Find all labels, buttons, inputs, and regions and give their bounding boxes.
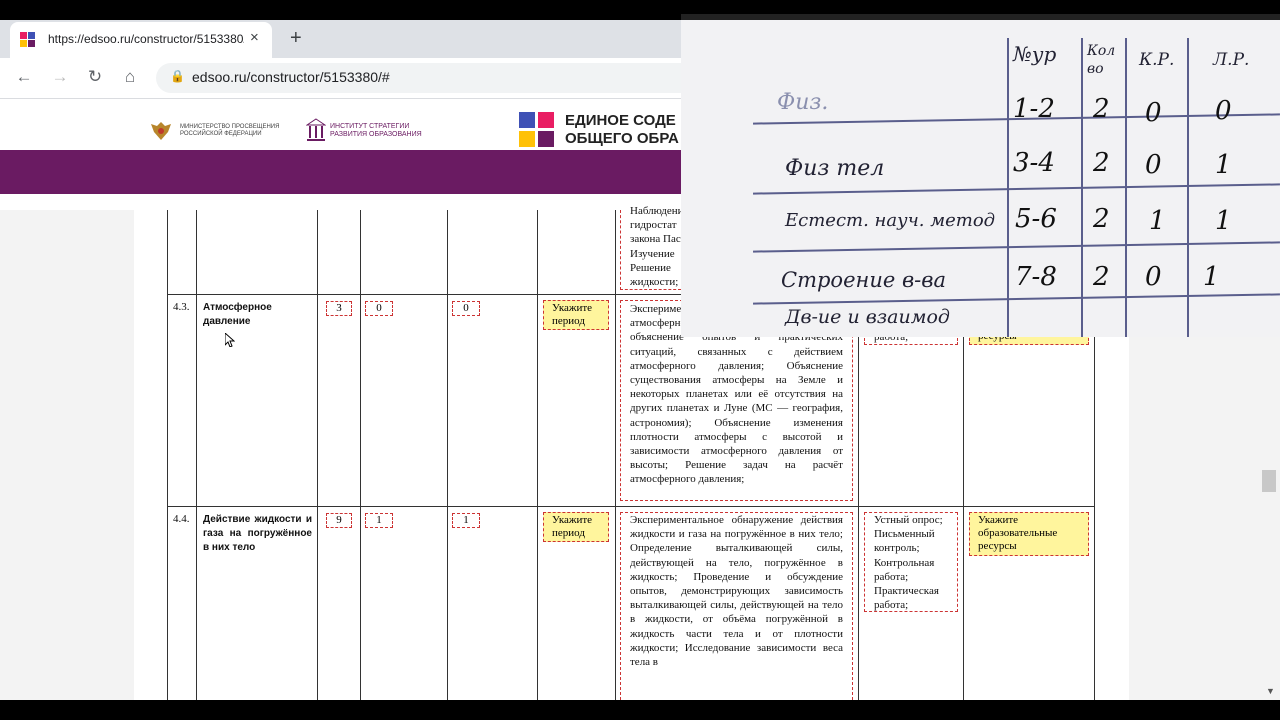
back-icon[interactable]: ←	[13, 67, 35, 87]
hours-field[interactable]: 9	[326, 513, 352, 528]
reload-icon[interactable]: ↻	[84, 67, 106, 87]
note-lessons: 7-8	[1015, 262, 1057, 292]
site-header: МИНИСТЕРСТВО ПРОСВЕЩЕНИЯ РОССИЙСКОЙ ФЕДЕ…	[0, 99, 681, 150]
note-header: Л.Р.	[1213, 50, 1250, 70]
note-topic: Физ.	[777, 90, 829, 115]
note-kr: 0	[1145, 262, 1162, 292]
site-title-line2: ОБЩЕГО ОБРА	[565, 130, 679, 147]
control-forms-text: Устный опрос; Письменный контроль; Контр…	[874, 514, 943, 612]
prev-line: жидкости;	[630, 276, 679, 289]
note-topic: Естест. науч. метод	[785, 210, 996, 231]
note-topic: Дв-ие и взаимод	[785, 306, 950, 328]
mouse-cursor-icon	[224, 331, 236, 348]
note-lessons: 5-6	[1015, 204, 1057, 234]
site-title: ЕДИНОЕ СОДЕ ОБЩЕГО ОБРА	[565, 112, 679, 148]
prev-line: закона Пас	[630, 233, 681, 246]
browser-tab[interactable]: https://edsoo.ru/constructor/5153380/# ×	[10, 22, 272, 58]
prev-activities-text: Наблюдени гидростат закона Пас Изучение …	[630, 204, 681, 289]
tab-title: https://edsoo.ru/constructor/5153380/#	[48, 32, 244, 46]
prev-line: Решение	[630, 261, 671, 274]
institute-name: ИНСТИТУТ СТРАТЕГИИ РАЗВИТИЯ ОБРАЗОВАНИЯ	[330, 123, 422, 138]
period-field[interactable]: Укажите период	[543, 300, 609, 330]
browser-toolbar: ← → ↻ ⌂ 🔒 edsoo.ru/constructor/5153380/#	[0, 58, 696, 99]
scrollbar-thumb[interactable]	[1262, 470, 1276, 492]
note-topic: Строение в-ва	[781, 268, 947, 292]
note-lessons: 3-4	[1013, 148, 1055, 178]
new-tab-button[interactable]: +	[290, 27, 302, 49]
purple-nav-band	[0, 150, 681, 194]
control-works-field[interactable]: 1	[365, 513, 393, 528]
practical-works-field[interactable]: 0	[452, 301, 480, 316]
note-topic: Физ тел	[785, 156, 885, 181]
address-bar[interactable]: 🔒 edsoo.ru/constructor/5153380/#	[156, 63, 696, 93]
ek-logo-icon	[519, 112, 557, 148]
note-kr: 0	[1145, 98, 1162, 128]
note-kr: 0	[1145, 150, 1162, 180]
note-count: 2	[1093, 148, 1110, 178]
note-kr: 1	[1149, 206, 1166, 236]
scroll-down-arrow-icon[interactable]: ▼	[1266, 686, 1275, 696]
site-title-line1: ЕДИНОЕ СОДЕ	[565, 112, 676, 129]
note-count: 2	[1093, 262, 1110, 292]
hours-field[interactable]: 3	[326, 301, 352, 316]
note-lessons: 1-2	[1013, 94, 1055, 124]
prev-line: гидростат	[630, 219, 677, 232]
note-lr: 1	[1215, 150, 1232, 180]
control-works-field[interactable]: 0	[365, 301, 393, 316]
prev-line: Наблюдени	[630, 205, 681, 217]
note-header: К.Р.	[1139, 50, 1175, 70]
note-count: 2	[1093, 204, 1110, 234]
row-number: 4.4.	[173, 513, 190, 525]
home-icon[interactable]: ⌂	[119, 67, 141, 87]
practical-works-field[interactable]: 1	[452, 513, 480, 528]
note-header: №ур	[1013, 42, 1057, 66]
ministry-name: МИНИСТЕРСТВО ПРОСВЕЩЕНИЯ РОССИЙСКОЙ ФЕДЕ…	[180, 124, 280, 137]
site-favicon-icon	[20, 32, 36, 48]
note-header: Кол во	[1087, 43, 1116, 77]
lock-icon: 🔒	[170, 69, 185, 83]
note-lr: 1	[1215, 206, 1232, 236]
institute-logo-icon	[305, 118, 327, 142]
period-field[interactable]: Укажите период	[543, 512, 609, 542]
close-tab-icon[interactable]: ×	[250, 29, 259, 46]
topic-title: Действие жидкости и газа на погружённое …	[203, 514, 312, 553]
note-lr: 0	[1215, 96, 1232, 126]
resources-field[interactable]: Укажите образовательные ресурсы	[969, 512, 1089, 556]
row-number: 4.3.	[173, 301, 190, 313]
note-count: 2	[1093, 94, 1110, 124]
topic-title: Атмосферное давление	[203, 302, 272, 327]
activities-text: Экспериментальное обнаружение действия ж…	[630, 514, 843, 669]
note-lr: 1	[1203, 262, 1220, 292]
handwritten-note-photo: №ур Кол во К.Р. Л.Р. Физ. 1-2 2 0 0 Физ …	[681, 14, 1280, 337]
coat-of-arms-icon	[149, 120, 173, 142]
bottom-black-border	[0, 700, 1280, 720]
prev-line: Изучение	[630, 247, 675, 260]
forward-icon[interactable]: →	[49, 67, 71, 87]
url-text: edsoo.ru/constructor/5153380/#	[192, 69, 390, 85]
